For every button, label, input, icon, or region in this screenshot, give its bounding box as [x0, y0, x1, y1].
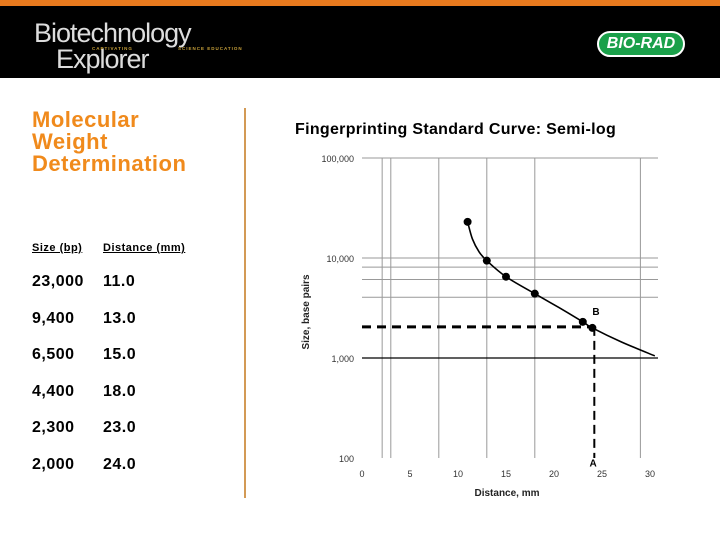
x-tick-label: 10	[453, 469, 463, 479]
annotation-b: B	[592, 307, 599, 318]
y-tick-label: 100	[339, 454, 354, 464]
standard-curve-chart: 100 1,000 10,000 100,000 0 5 10 15 20 25 30 Distanc…	[301, 154, 658, 499]
x-tick-label: 0	[359, 469, 364, 479]
x-tick-label: 25	[597, 469, 607, 479]
data-point	[578, 317, 587, 326]
fitted-curve	[466, 221, 656, 357]
y-tick-label: 1,000	[331, 354, 354, 364]
data-point	[588, 323, 597, 332]
data-point	[463, 217, 472, 226]
x-tick-label: 5	[407, 469, 412, 479]
data-point	[502, 272, 510, 281]
x-axis-label: Distance, mm	[474, 488, 539, 499]
annotation-a: A	[590, 459, 597, 470]
y-tick-label: 10,000	[326, 254, 354, 264]
x-tick-label: 15	[501, 469, 511, 479]
data-point	[482, 256, 491, 265]
x-tick-label: 20	[549, 469, 559, 479]
data-point	[530, 289, 539, 298]
x-tick-label: 30	[645, 469, 655, 479]
y-axis-label: Size, base pairs	[301, 274, 312, 349]
y-tick-label: 100,000	[321, 154, 354, 164]
